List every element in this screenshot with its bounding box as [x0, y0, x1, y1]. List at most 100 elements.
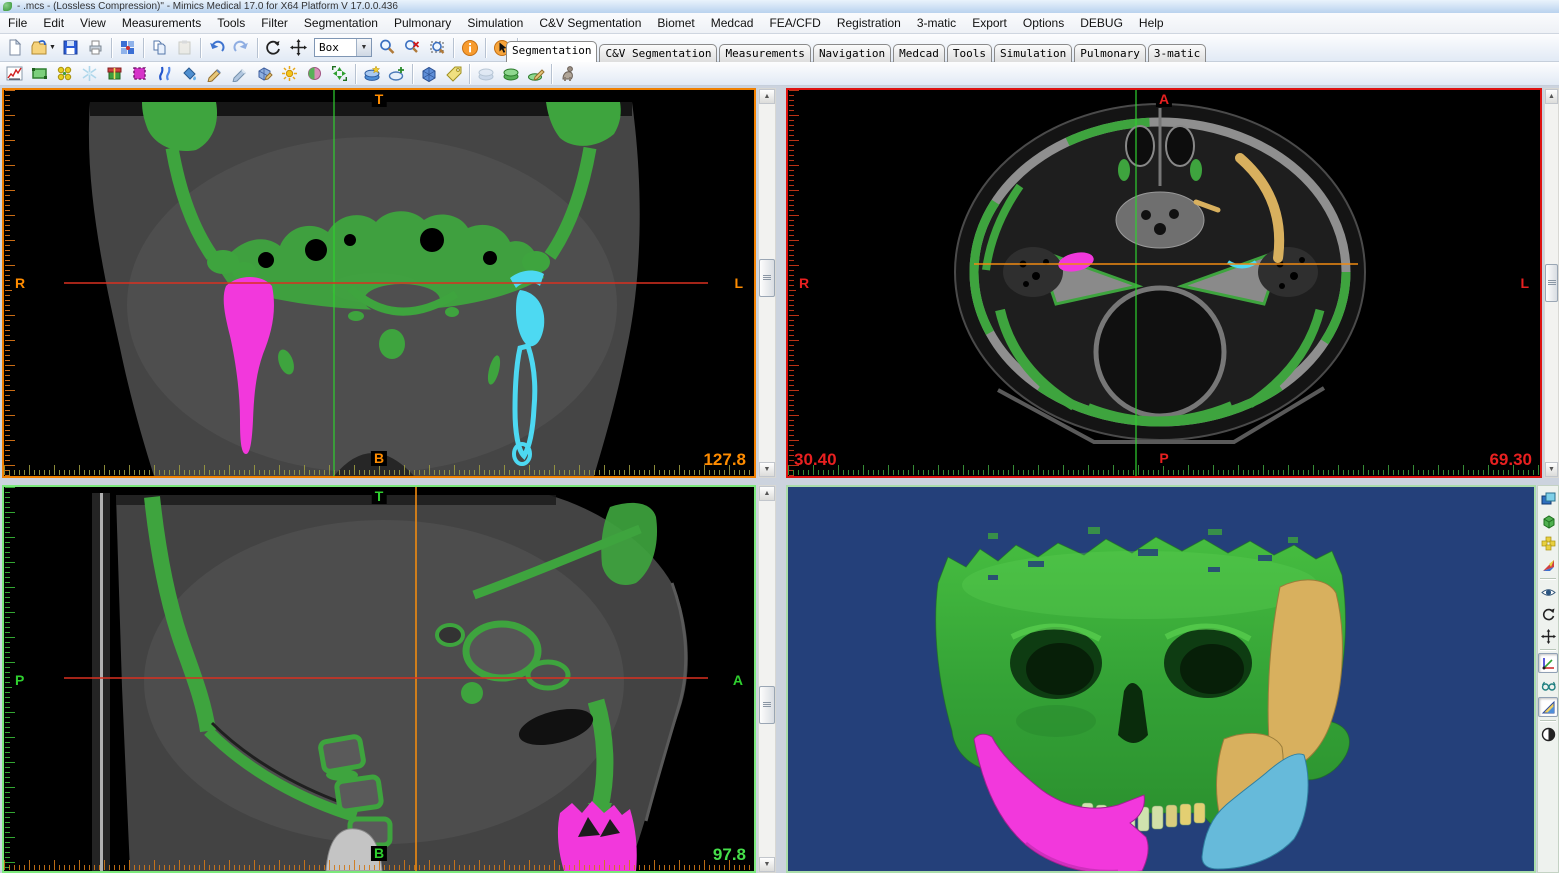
paste-icon[interactable]: [172, 36, 197, 59]
menu-edit[interactable]: Edit: [35, 14, 72, 32]
axial-scroll-down-icon[interactable]: ▼: [1545, 462, 1558, 477]
menu-registration[interactable]: Registration: [829, 14, 909, 32]
edit-3d-icon[interactable]: [523, 62, 548, 85]
axial-image[interactable]: [788, 90, 1540, 476]
coronal-scroll-up-icon[interactable]: ▲: [759, 89, 775, 104]
orientation-indicator-icon[interactable]: [1538, 555, 1558, 575]
sagittal-scroll-down-icon[interactable]: ▼: [759, 857, 775, 872]
3d-render[interactable]: [788, 487, 1534, 871]
stereo-glasses-icon[interactable]: [1538, 675, 1558, 695]
multiple-slice-edit-icon[interactable]: [252, 62, 277, 85]
coronal-scroll-down-icon[interactable]: ▼: [759, 462, 775, 477]
copy-icon[interactable]: [147, 36, 172, 59]
draw-profile-line-icon[interactable]: [202, 62, 227, 85]
redo-icon[interactable]: [229, 36, 254, 59]
sagittal-scroll-thumb[interactable]: [759, 686, 775, 724]
menu-view[interactable]: View: [72, 14, 114, 32]
3d-viewport[interactable]: [786, 485, 1536, 873]
calculate-3d-icon[interactable]: [359, 62, 384, 85]
zoom-mode-dropdown-icon[interactable]: ▼: [356, 39, 371, 56]
edit-masks-icon[interactable]: [127, 62, 152, 85]
window-layout-icon[interactable]: [115, 36, 140, 59]
tab-tools[interactable]: Tools: [947, 44, 992, 62]
region-growing-icon[interactable]: [52, 62, 77, 85]
menu-segmentation[interactable]: Segmentation: [296, 14, 386, 32]
axial-scrollbar[interactable]: ▲ ▼: [1544, 88, 1559, 478]
menu-3matic[interactable]: 3-matic: [909, 14, 964, 32]
save-icon[interactable]: [58, 36, 83, 59]
measure-triangle-icon[interactable]: [1538, 697, 1558, 717]
orthogonal-views-icon[interactable]: [1538, 533, 1558, 553]
menu-debug[interactable]: DEBUG: [1072, 14, 1131, 32]
zoom-mode-select[interactable]: Box ▼: [314, 38, 372, 57]
menu-medcad[interactable]: Medcad: [703, 14, 762, 32]
menu-options[interactable]: Options: [1015, 14, 1072, 32]
pan-view-icon[interactable]: [286, 36, 311, 59]
tab-3matic[interactable]: 3-matic: [1148, 44, 1206, 62]
menu-file[interactable]: File: [0, 14, 35, 32]
print-icon[interactable]: [83, 36, 108, 59]
menu-biomet[interactable]: Biomet: [649, 14, 702, 32]
sagittal-image[interactable]: [4, 487, 754, 871]
smart-fill-icon[interactable]: [277, 62, 302, 85]
axes-indicator-icon[interactable]: [1538, 653, 1558, 673]
open-file-dropdown-icon[interactable]: ▼: [49, 44, 58, 51]
coronal-scrollbar[interactable]: ▲ ▼: [758, 88, 776, 478]
pan-3d-icon[interactable]: [1538, 626, 1558, 646]
boolean-operations-icon[interactable]: [102, 62, 127, 85]
zoom-box-icon[interactable]: [425, 36, 450, 59]
tab-cv-segmentation[interactable]: C&V Segmentation: [599, 44, 717, 62]
menu-tools[interactable]: Tools: [209, 14, 253, 32]
menu-cv-segmentation[interactable]: C&V Segmentation: [531, 14, 649, 32]
tab-segmentation[interactable]: Segmentation: [506, 41, 597, 62]
sagittal-scroll-track[interactable]: [759, 501, 775, 857]
tab-simulation[interactable]: Simulation: [994, 44, 1072, 62]
coronal-viewport[interactable]: T R L B 127.8: [2, 88, 756, 478]
axial-scroll-up-icon[interactable]: ▲: [1545, 89, 1558, 104]
coronal-image[interactable]: [4, 90, 754, 476]
mask-3d-preview-icon[interactable]: [416, 62, 441, 85]
crop-region-icon[interactable]: [327, 62, 352, 85]
axial-scroll-track[interactable]: [1545, 104, 1558, 462]
axial-viewport[interactable]: A R L P 30.40 69.30: [786, 88, 1542, 478]
calculate-3d-from-mask-icon[interactable]: [498, 62, 523, 85]
dynamic-region-growing-icon[interactable]: [77, 62, 102, 85]
morphology-operations-icon[interactable]: [302, 62, 327, 85]
annotation-tag-icon[interactable]: [441, 62, 466, 85]
visibility-eye-icon[interactable]: [1538, 582, 1558, 602]
thresholding-icon[interactable]: [2, 62, 27, 85]
menu-help[interactable]: Help: [1131, 14, 1172, 32]
update-3d-icon[interactable]: [473, 62, 498, 85]
undo-icon[interactable]: [204, 36, 229, 59]
tab-pulmonary[interactable]: Pulmonary: [1074, 44, 1146, 62]
menu-filter[interactable]: Filter: [253, 14, 296, 32]
calculate-polylines-icon[interactable]: [384, 62, 409, 85]
crop-mask-icon[interactable]: [27, 62, 52, 85]
menu-pulmonary[interactable]: Pulmonary: [386, 14, 459, 32]
axial-scroll-thumb[interactable]: [1545, 264, 1558, 302]
sagittal-viewport[interactable]: T P A B 97.8: [2, 485, 756, 873]
menu-simulation[interactable]: Simulation: [459, 14, 531, 32]
viewport-layout-icon[interactable]: [1538, 489, 1558, 509]
rotate-view-icon[interactable]: [261, 36, 286, 59]
menu-measurements[interactable]: Measurements: [114, 14, 209, 32]
contrast-half-icon[interactable]: [1538, 724, 1558, 744]
unzoom-icon[interactable]: [400, 36, 425, 59]
sagittal-scrollbar[interactable]: ▲ ▼: [758, 485, 776, 873]
about-info-icon[interactable]: [457, 36, 482, 59]
menu-export[interactable]: Export: [964, 14, 1015, 32]
anatomy-figure-icon[interactable]: [555, 62, 580, 85]
coronal-scroll-track[interactable]: [759, 104, 775, 462]
zoom-in-icon[interactable]: [375, 36, 400, 59]
cavity-fill-icon[interactable]: [177, 62, 202, 85]
rotate-3d-icon[interactable]: [1538, 604, 1558, 624]
tab-medcad[interactable]: Medcad: [893, 44, 945, 62]
split-mask-icon[interactable]: [152, 62, 177, 85]
tab-measurements[interactable]: Measurements: [719, 44, 810, 62]
tab-navigation[interactable]: Navigation: [813, 44, 891, 62]
menu-fea-cfd[interactable]: FEA/CFD: [761, 14, 828, 32]
erase-profile-line-icon[interactable]: [227, 62, 252, 85]
coronal-scroll-thumb[interactable]: [759, 259, 775, 297]
sagittal-scroll-up-icon[interactable]: ▲: [759, 486, 775, 501]
3d-cube-view-icon[interactable]: [1538, 511, 1558, 531]
